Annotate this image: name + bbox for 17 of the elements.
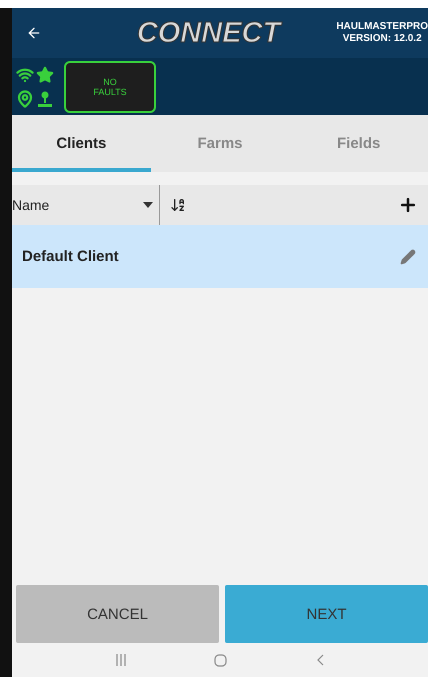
next-button[interactable]: NEXT [225, 585, 428, 643]
caret-icon [143, 202, 153, 208]
wifi-icon [16, 66, 34, 84]
star-icon [36, 66, 54, 84]
cancel-button[interactable]: CANCEL [16, 585, 219, 643]
recent-apps-icon[interactable] [116, 654, 126, 666]
home-icon[interactable] [214, 654, 228, 666]
location-pin-icon [16, 90, 34, 108]
tab[interactable]: Clients [12, 115, 151, 172]
client-row[interactable]: Default Client [12, 225, 428, 288]
edit-icon[interactable] [400, 248, 416, 264]
fault-status[interactable]: NO FAULTS [64, 60, 156, 112]
version-label: VERSION: 12.0.2 [342, 33, 423, 46]
app-logo: CONNECT [136, 16, 280, 50]
person-icon [36, 90, 54, 108]
client-name: Default Client [22, 248, 119, 265]
product-name: HAULMASTERPRO [336, 20, 428, 33]
